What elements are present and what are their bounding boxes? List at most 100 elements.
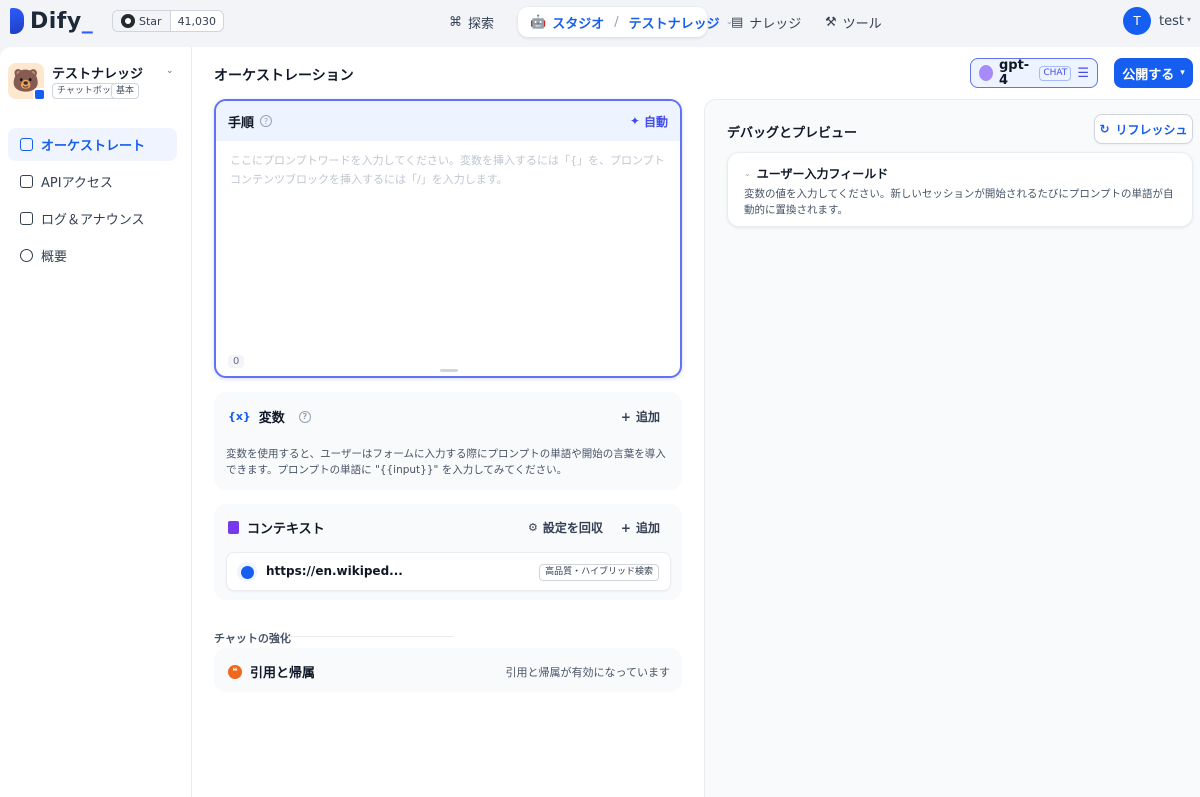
nav-studio-app[interactable]: テストナレッジ xyxy=(629,13,720,32)
sliders-icon: ☰ xyxy=(1077,65,1089,81)
chevron-down-icon[interactable]: ⌄ xyxy=(744,169,751,178)
citation-status: 引用と帰属が有効になっています xyxy=(505,666,670,679)
dataset-index-tag: 高品質・ハイブリッド検索 xyxy=(539,564,659,581)
nav-studio-label: スタジオ xyxy=(552,16,605,32)
app-mode-tag: 基本 xyxy=(111,83,140,99)
dify-logo[interactable]: Dify_ xyxy=(10,8,93,34)
app-icon[interactable]: 🐻 xyxy=(8,63,46,101)
add-variable-label: 追加 xyxy=(635,410,660,424)
variable-braces-icon: {x} xyxy=(228,410,251,423)
debug-preview-panel: デバッグとプレビュー ↻ リフレッシュ ⌄ ユーザー入力フィールド 変数の値を入… xyxy=(704,99,1200,797)
sidebar-item-label: オーケストレート xyxy=(41,139,146,154)
sidebar-item-label: ログ＆アナウンス xyxy=(41,213,145,228)
nav-explore[interactable]: ⌘ 探索 xyxy=(449,7,494,37)
citation-title: 引用と帰属 xyxy=(250,666,316,681)
model-mode-badge: CHAT xyxy=(1039,65,1072,81)
nav-tools[interactable]: ⚒ ツール xyxy=(825,7,882,37)
chevron-down-icon[interactable]: ⌄ xyxy=(166,66,174,76)
robot-icon: 🤖 xyxy=(530,14,547,30)
refresh-icon: ↻ xyxy=(1099,122,1110,136)
chevron-down-icon: ▾ xyxy=(1180,68,1185,78)
avatar[interactable]: T xyxy=(1123,7,1151,35)
debug-title: デバッグとプレビュー xyxy=(727,126,858,141)
top-bar: Dify_ Star 41,030 ⌘ 探索 🤖 スタジオ / テストナレッジ … xyxy=(0,0,1200,44)
prompt-title: 手順 xyxy=(228,115,255,131)
variables-description: 変数を使用すると、ユーザーはフォームに入力する際にプロンプトの単語や開始の言葉を… xyxy=(226,448,666,476)
github-star-count[interactable]: 41,030 xyxy=(171,11,223,31)
sidebar: 🐻 テストナレッジ ⌄ チャットボット 基本 オーケストレート APIアクセス … xyxy=(0,47,192,797)
citation-header: ❝ 引用と帰属 xyxy=(228,662,315,681)
user-input-title: ユーザー入力フィールド xyxy=(756,167,889,181)
chevron-down-icon[interactable]: ▾ xyxy=(1187,15,1191,24)
book-icon: ▤ xyxy=(731,14,744,30)
sparkle-icon: ✦ xyxy=(629,114,640,128)
github-star-button[interactable]: Star xyxy=(113,11,171,31)
model-selector-button[interactable]: gpt-4 CHAT ☰ xyxy=(970,58,1098,88)
page-title: オーケストレーション xyxy=(214,68,354,84)
github-icon xyxy=(121,14,135,28)
variables-section: {x} 変数 ? + 追加 変数を使用すると、ユーザーはフォームに入力する際にプ… xyxy=(214,392,682,490)
brand-underscore: _ xyxy=(81,8,94,34)
nav-explore-label: 探索 xyxy=(468,16,495,32)
terminal-window-icon xyxy=(20,138,33,151)
sidebar-item-api-access[interactable]: APIアクセス xyxy=(8,165,177,198)
app-name[interactable]: テストナレッジ xyxy=(52,63,143,82)
publish-button[interactable]: 公開する ▾ xyxy=(1114,58,1193,88)
refresh-button[interactable]: ↻ リフレッシュ xyxy=(1094,114,1193,144)
chatbot-badge-icon xyxy=(33,88,46,101)
recall-settings-label: 設定を回収 xyxy=(542,521,603,535)
dataset-name: https://en.wikiped... xyxy=(266,564,403,578)
globe-icon xyxy=(237,562,257,582)
user-input-fields-card: ⌄ ユーザー入力フィールド 変数の値を入力してください。新しいセッションが開始さ… xyxy=(727,152,1193,227)
compass-icon: ⌘ xyxy=(449,14,462,30)
github-star-widget[interactable]: Star 41,030 xyxy=(112,10,225,32)
add-context-button[interactable]: + 追加 xyxy=(621,519,660,536)
terminal-icon xyxy=(20,175,33,188)
prompt-editor-card: 手順 ? ✦ 自動 ここにプロンプトワードを入力してください。変数を挿入するには… xyxy=(214,99,682,378)
openai-icon xyxy=(979,65,993,81)
sidebar-item-overview[interactable]: 概要 xyxy=(8,239,177,272)
brand-name: Dify xyxy=(30,8,82,34)
document-icon xyxy=(228,521,239,534)
variables-title: 変数 xyxy=(258,411,285,426)
sidebar-item-logs[interactable]: ログ＆アナウンス xyxy=(8,202,177,235)
prompt-char-count: 0 xyxy=(228,355,245,368)
file-list-icon xyxy=(20,212,33,225)
help-icon[interactable]: ? xyxy=(298,410,311,423)
prompt-textarea[interactable]: ここにプロンプトワードを入力してください。変数を挿入するには「{」を、プロンプト… xyxy=(216,141,680,199)
divider xyxy=(288,636,454,637)
main-panel: オーケストレーション gpt-4 CHAT ☰ 公開する ▾ 手順 ? ✦ 自動… xyxy=(192,47,1200,797)
plus-icon: + xyxy=(620,409,631,424)
resize-handle[interactable] xyxy=(440,369,458,372)
sidebar-item-label: APIアクセス xyxy=(41,176,113,191)
citation-section[interactable]: ❝ 引用と帰属 引用と帰属が有効になっています xyxy=(214,648,682,692)
auto-generate-label: 自動 xyxy=(643,114,668,129)
recall-settings-button[interactable]: ⚙ 設定を回収 xyxy=(528,519,603,536)
model-name: gpt-4 xyxy=(998,58,1030,88)
auto-generate-button[interactable]: ✦ 自動 xyxy=(630,113,668,130)
logo-mark-icon xyxy=(10,8,24,34)
nav-knowledge[interactable]: ▤ ナレッジ xyxy=(731,7,801,37)
add-context-label: 追加 xyxy=(635,521,660,535)
sidebar-item-label: 概要 xyxy=(41,250,68,265)
user-input-header[interactable]: ⌄ ユーザー入力フィールド xyxy=(744,165,888,182)
context-dataset-item[interactable]: https://en.wikiped... 高品質・ハイブリッド検索 xyxy=(226,552,671,591)
plus-icon: + xyxy=(620,520,631,535)
quote-icon: ❝ xyxy=(228,664,242,679)
user-input-description: 変数の値を入力してください。新しいセッションが開始されるたびにプロンプトの単語が… xyxy=(744,188,1174,216)
variables-header: {x} 変数 ? xyxy=(228,407,311,426)
context-title: コンテキスト xyxy=(247,522,325,537)
context-section: コンテキスト ⚙ 設定を回収 + 追加 https://en.wikiped..… xyxy=(214,504,682,600)
refresh-label: リフレッシュ xyxy=(1115,122,1188,137)
add-variable-button[interactable]: + 追加 xyxy=(621,408,660,425)
hammer-icon: ⚒ xyxy=(825,14,837,30)
help-icon[interactable]: ? xyxy=(260,115,273,127)
nav-separator: / xyxy=(614,14,619,30)
nav-knowledge-label: ナレッジ xyxy=(749,16,802,32)
user-name[interactable]: test xyxy=(1159,14,1184,29)
prompt-header: 手順 ? ✦ 自動 xyxy=(216,101,680,141)
sidebar-item-orchestrate[interactable]: オーケストレート xyxy=(8,128,177,161)
nav-studio[interactable]: 🤖 スタジオ / テストナレッジ ⌄ xyxy=(518,7,733,37)
chat-enhancement-label: チャットの強化 xyxy=(214,632,291,645)
settings-icon: ⚙ xyxy=(528,521,538,534)
